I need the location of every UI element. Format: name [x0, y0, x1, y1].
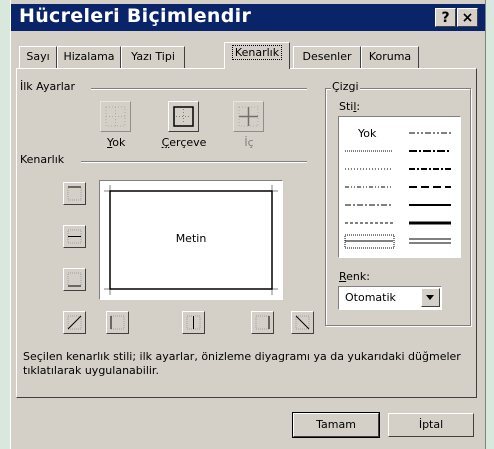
chevron-down-icon	[426, 295, 434, 300]
line-heading: Çizgi	[331, 80, 360, 93]
preset-outline-icon	[173, 106, 194, 127]
diagonal-down-icon	[295, 315, 310, 330]
tab-label: Kenarlık	[231, 45, 283, 60]
cancel-button[interactable]: İptal	[388, 413, 474, 437]
border-top-button[interactable]	[63, 182, 86, 205]
dialog-window: Hücreleri Biçimlendir ? × Sayı Hizalama …	[10, 0, 486, 449]
preset-outline-rest: erçeve	[169, 136, 207, 149]
presets-separator	[91, 88, 307, 90]
tab-hizalama[interactable]: Hizalama	[57, 46, 121, 68]
tab-kenarlik[interactable]: Kenarlık	[224, 42, 290, 69]
border-bottom-button[interactable]	[63, 268, 86, 291]
preset-outline-button[interactable]	[168, 101, 199, 132]
tab-label: Yazı Tipi	[131, 50, 175, 63]
line-style-right-column	[409, 132, 451, 244]
ok-button[interactable]: Tamam	[292, 412, 380, 438]
border-right-button[interactable]	[251, 311, 274, 334]
tab-desenler[interactable]: Desenler	[293, 46, 361, 68]
line-style-samples	[344, 132, 451, 249]
tab-sayi[interactable]: Sayı	[19, 46, 57, 68]
preset-outline-label: Çerçeve	[161, 136, 207, 149]
close-button[interactable]: ×	[457, 8, 478, 27]
tab-label: Koruma	[368, 50, 412, 63]
border-left-icon	[110, 315, 125, 330]
line-style-left-column	[345, 150, 393, 242]
style-label-start: Sti	[339, 100, 354, 113]
color-select-dropdown-button[interactable]	[421, 288, 440, 307]
border-inside-horizontal-button[interactable]	[63, 225, 86, 248]
tab-yazi-tipi[interactable]: Yazı Tipi	[121, 46, 185, 68]
dialog-title: Hücreleri Biçimlendir	[19, 5, 252, 27]
color-select-value: Otomatik	[345, 291, 396, 304]
border-preview[interactable]: Metin	[99, 180, 283, 300]
preset-inside-label: İç	[244, 136, 254, 149]
border-bottom-icon	[67, 272, 82, 287]
help-button[interactable]: ?	[435, 8, 456, 27]
preview-text: Metin	[175, 232, 207, 245]
style-label: Stil:	[338, 100, 362, 113]
border-diagonal-down-button[interactable]	[291, 311, 314, 334]
tab-label: Hizalama	[63, 50, 115, 63]
color-label-rest: enk:	[346, 270, 370, 283]
line-style-list[interactable]: Yok	[338, 116, 461, 258]
preset-none-button[interactable]	[100, 101, 131, 132]
border-separator	[81, 161, 307, 163]
title-bar[interactable]: Hücreleri Biçimlendir ? ×	[11, 4, 485, 31]
preset-none-rest: ok	[112, 136, 126, 149]
style-label-end: :	[356, 100, 361, 113]
preset-inside-button[interactable]	[233, 101, 264, 132]
color-select[interactable]: Otomatik	[338, 286, 442, 310]
border-inside-vertical-icon	[186, 315, 201, 330]
diagonal-up-icon	[67, 315, 82, 330]
tab-koruma[interactable]: Koruma	[361, 46, 419, 68]
preset-inside-icon	[238, 106, 259, 127]
border-top-icon	[67, 186, 82, 201]
border-inside-horizontal-icon	[67, 229, 82, 244]
border-inside-vertical-button[interactable]	[182, 311, 205, 334]
border-left-button[interactable]	[106, 311, 129, 334]
tab-label: Sayı	[26, 50, 50, 63]
presets-heading: İlk Ayarlar	[19, 80, 77, 93]
hint-text: Seçilen kenarlık stili; ilk ayarlar, öni…	[23, 350, 461, 377]
color-label: Renk:	[338, 270, 371, 283]
border-right-icon	[255, 315, 270, 330]
preset-none-icon	[105, 106, 126, 127]
border-diagonal-up-button[interactable]	[63, 311, 86, 334]
tab-label: Desenler	[302, 50, 352, 63]
border-heading: Kenarlık	[19, 153, 66, 166]
preset-none-label: Yok	[107, 136, 125, 149]
